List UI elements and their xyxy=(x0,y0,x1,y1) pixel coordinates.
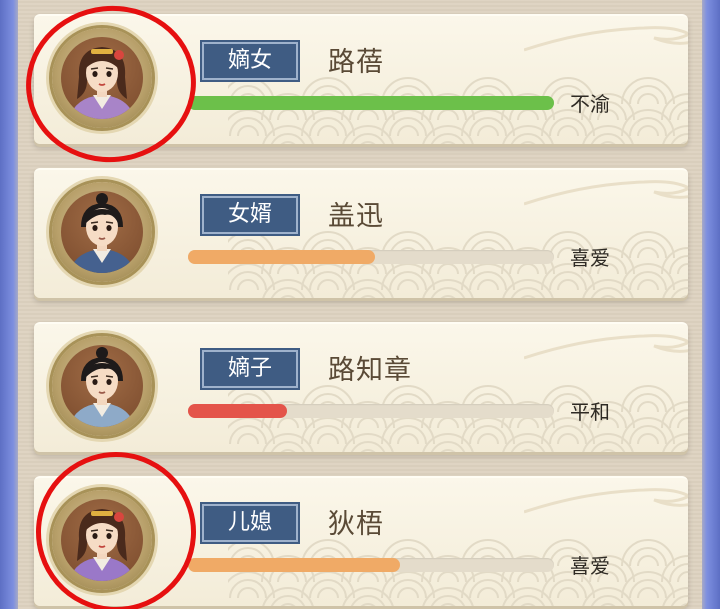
relative-name: 盖迅 xyxy=(328,201,384,232)
avatar[interactable] xyxy=(52,182,152,282)
favor-bar xyxy=(188,250,554,264)
relative-row[interactable]: 嫡子 路知章 平和 xyxy=(34,322,688,452)
relative-row[interactable]: 女婿 盖迅 喜爱 xyxy=(34,168,688,298)
mood-label: 喜爱 xyxy=(570,246,610,270)
relation-tag: 女婿 xyxy=(202,196,298,234)
scroll-curl-decoration xyxy=(524,180,688,206)
scroll-curl-decoration xyxy=(524,26,688,52)
avatar[interactable] xyxy=(52,336,152,436)
relative-name: 路蓓 xyxy=(328,47,384,78)
avatar-portrait xyxy=(61,37,143,119)
avatar-portrait xyxy=(61,191,143,273)
scroll-curl-decoration xyxy=(524,334,688,360)
scroll-curl-decoration xyxy=(524,488,688,514)
avatar-portrait xyxy=(61,345,143,427)
avatar-portrait xyxy=(61,499,143,581)
relative-row[interactable]: 儿媳 狄梧 喜爱 xyxy=(34,476,688,606)
favor-bar xyxy=(188,404,554,418)
favor-bar-fill xyxy=(188,404,287,418)
favor-bar xyxy=(188,96,554,110)
relative-row[interactable]: 嫡女 路蓓 不渝 xyxy=(34,14,688,144)
relative-name: 路知章 xyxy=(328,355,412,386)
favor-bar-fill xyxy=(188,558,401,572)
relation-tag: 嫡子 xyxy=(202,350,298,388)
avatar[interactable] xyxy=(52,28,152,128)
relative-name: 狄梧 xyxy=(328,509,384,540)
favor-bar xyxy=(188,558,554,572)
favor-bar-fill xyxy=(188,96,554,110)
mood-label: 平和 xyxy=(570,400,610,424)
mood-label: 喜爱 xyxy=(570,554,610,578)
mood-label: 不渝 xyxy=(570,92,610,116)
relation-tag: 嫡女 xyxy=(202,42,298,80)
relation-tag: 儿媳 xyxy=(202,504,298,542)
avatar[interactable] xyxy=(52,490,152,590)
favor-bar-fill xyxy=(188,250,375,264)
relatives-list: 嫡女 路蓓 不渝 女婿 盖迅 喜爱 嫡子 路知章 平和 儿媳 狄梧 喜爱 xyxy=(0,0,720,609)
